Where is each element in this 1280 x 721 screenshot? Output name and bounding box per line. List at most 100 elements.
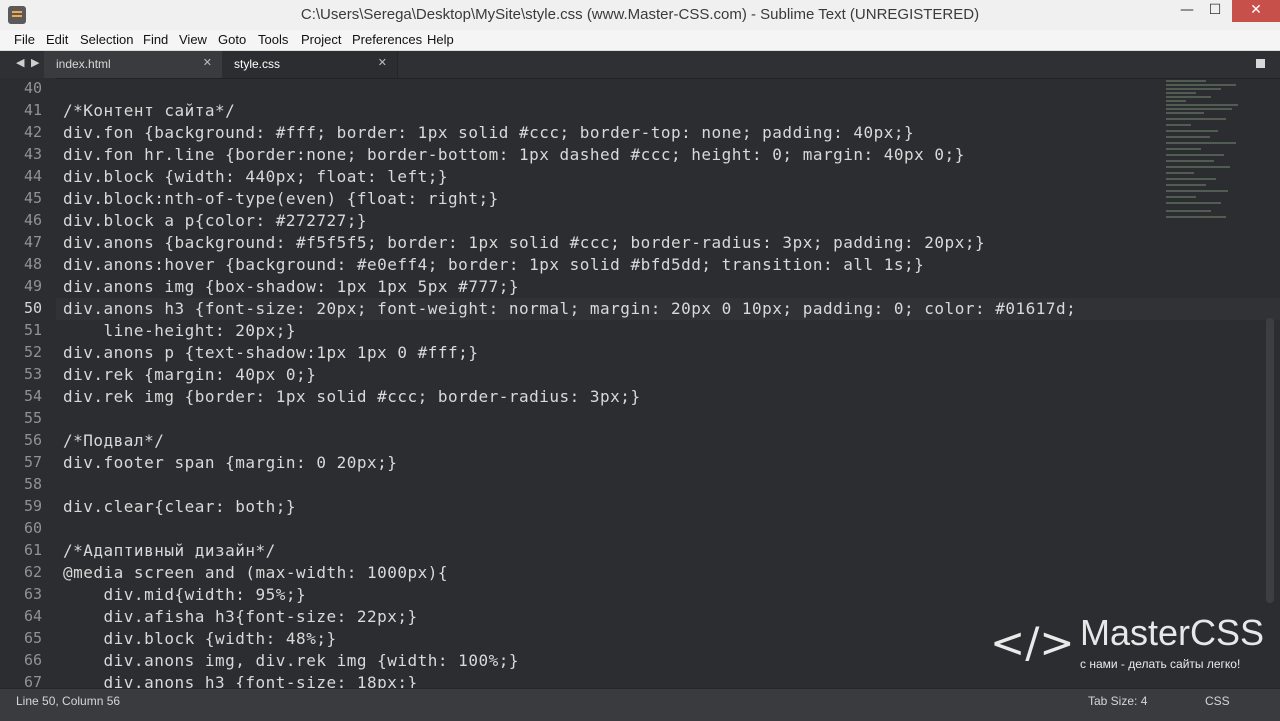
minimap-line: [1166, 178, 1216, 180]
code-line[interactable]: div.block:nth-of-type(even) {float: righ…: [63, 189, 499, 208]
minimap-line: [1166, 80, 1206, 82]
code-line[interactable]: div.anons {background: #f5f5f5; border: …: [63, 233, 985, 252]
minimap-line: [1166, 148, 1201, 150]
minimap-line: [1166, 142, 1236, 144]
line-number: 46: [23, 211, 42, 229]
minimap-line: [1166, 136, 1210, 138]
minimap-line: [1166, 96, 1211, 98]
line-number: 53: [23, 365, 42, 383]
menu-project[interactable]: Project: [301, 32, 341, 47]
minimap-line: [1166, 190, 1228, 192]
line-number: 60: [23, 519, 42, 537]
minimap-line: [1166, 154, 1224, 156]
line-number: 43: [23, 145, 42, 163]
line-number: 64: [23, 607, 42, 625]
line-number: 56: [23, 431, 42, 449]
code-line[interactable]: div.footer span {margin: 0 20px;}: [63, 453, 397, 472]
menu-view[interactable]: View: [179, 32, 207, 47]
minimap-line: [1166, 92, 1196, 94]
line-number: 51: [23, 321, 42, 339]
status-bar: Line 50, Column 56 Tab Size: 4 CSS: [0, 688, 1280, 721]
minimap-line: [1166, 166, 1230, 168]
line-number: 57: [23, 453, 42, 471]
minimap-line: [1166, 88, 1221, 90]
line-number: 63: [23, 585, 42, 603]
watermark-brand-name: MasterCSS: [1080, 612, 1265, 653]
window-title: C:\Users\Serega\Desktop\MySite\style.css…: [300, 6, 980, 23]
line-number: 42: [23, 123, 42, 141]
tab-nav-forward-icon[interactable]: ▶: [31, 56, 39, 69]
menu-file[interactable]: File: [14, 32, 35, 47]
code-line[interactable]: div.rek img {border: 1px solid #ccc; bor…: [63, 387, 641, 406]
code-line[interactable]: /*Адаптивный дизайн*/: [63, 541, 276, 560]
syntax-selector[interactable]: CSS: [1205, 694, 1230, 708]
tab-size-selector[interactable]: Tab Size: 4: [1088, 694, 1147, 708]
menu-goto[interactable]: Goto: [218, 32, 246, 47]
line-number: 62: [23, 563, 42, 581]
vertical-scrollbar-thumb[interactable]: [1266, 318, 1274, 603]
minimap[interactable]: [1160, 78, 1255, 238]
tab-close-icon[interactable]: ✕: [203, 56, 212, 69]
tab-bar: ◀ ▶ index.html ✕ style.css ✕: [0, 51, 1280, 79]
code-line[interactable]: div.anons img, div.rek img {width: 100%;…: [63, 651, 519, 670]
menu-tools[interactable]: Tools: [258, 32, 288, 47]
line-number: 49: [23, 277, 42, 295]
minimap-line: [1166, 112, 1204, 114]
minimap-line: [1166, 160, 1214, 162]
watermark-tagline: с нами - делать сайты легко!: [1080, 657, 1241, 671]
code-line[interactable]: /*Контент сайта*/: [63, 101, 235, 120]
code-brackets-logo-icon: </>: [990, 618, 1075, 667]
line-number: 41: [23, 101, 42, 119]
code-line[interactable]: div.fon hr.line {border:none; border-bot…: [63, 145, 965, 164]
line-number: 40: [23, 79, 42, 97]
code-line[interactable]: div.block {width: 48%;}: [63, 629, 337, 648]
line-number: 45: [23, 189, 42, 207]
minimap-line: [1166, 124, 1191, 126]
line-number: 55: [23, 409, 42, 427]
minimap-line: [1166, 118, 1226, 120]
menu-help[interactable]: Help: [427, 32, 454, 47]
minimap-toggle-icon[interactable]: [1256, 59, 1265, 68]
code-line[interactable]: line-height: 20px;}: [63, 321, 296, 340]
code-line[interactable]: @media screen and (max-width: 1000px){: [63, 563, 448, 582]
minimap-line: [1166, 104, 1238, 106]
minimap-line: [1166, 216, 1226, 218]
tab-index-html[interactable]: index.html ✕: [44, 51, 223, 78]
line-number: 50: [23, 299, 42, 317]
code-line[interactable]: div.fon {background: #fff; border: 1px s…: [63, 123, 914, 142]
minimap-line: [1166, 202, 1221, 204]
minimap-line: [1166, 108, 1232, 110]
code-line[interactable]: div.afisha h3{font-size: 22px;}: [63, 607, 418, 626]
code-line[interactable]: div.mid{width: 95%;}: [63, 585, 306, 604]
tab-style-css[interactable]: style.css ✕: [222, 51, 398, 78]
code-line[interactable]: div.block {width: 440px; float: left;}: [63, 167, 448, 186]
code-line[interactable]: div.anons img {box-shadow: 1px 1px 5px #…: [63, 277, 519, 296]
menu-find[interactable]: Find: [143, 32, 168, 47]
line-number: 44: [23, 167, 42, 185]
code-line[interactable]: div.rek {margin: 40px 0;}: [63, 365, 316, 384]
code-line[interactable]: div.anons:hover {background: #e0eff4; bo…: [63, 255, 924, 274]
code-line[interactable]: div.block a p{color: #272727;}: [63, 211, 367, 230]
minimap-line: [1166, 196, 1196, 198]
tab-nav-back-icon[interactable]: ◀: [16, 56, 24, 69]
code-line[interactable]: div.anons p {text-shadow:1px 1px 0 #fff;…: [63, 343, 478, 362]
minimap-line: [1166, 100, 1186, 102]
code-line[interactable]: div.clear{clear: both;}: [63, 497, 296, 516]
line-number: 48: [23, 255, 42, 273]
close-button[interactable]: ✕: [1232, 0, 1280, 22]
line-number: 59: [23, 497, 42, 515]
tab-close-icon[interactable]: ✕: [378, 56, 387, 69]
menu-selection[interactable]: Selection: [80, 32, 133, 47]
line-number: 47: [23, 233, 42, 251]
line-number: 65: [23, 629, 42, 647]
menu-edit[interactable]: Edit: [46, 32, 68, 47]
menu-preferences[interactable]: Preferences: [352, 32, 422, 47]
tab-label: style.css: [234, 57, 281, 71]
minimap-line: [1166, 210, 1211, 212]
code-line[interactable]: div.anons h3 {font-size: 20px; font-weig…: [63, 299, 1076, 318]
code-line[interactable]: /*Подвал*/: [63, 431, 164, 450]
minimap-line: [1166, 130, 1218, 132]
minimap-line: [1166, 184, 1206, 186]
mastercss-watermark: </> MasterCSS с нами - делать сайты легк…: [990, 610, 1264, 680]
line-number: 52: [23, 343, 42, 361]
